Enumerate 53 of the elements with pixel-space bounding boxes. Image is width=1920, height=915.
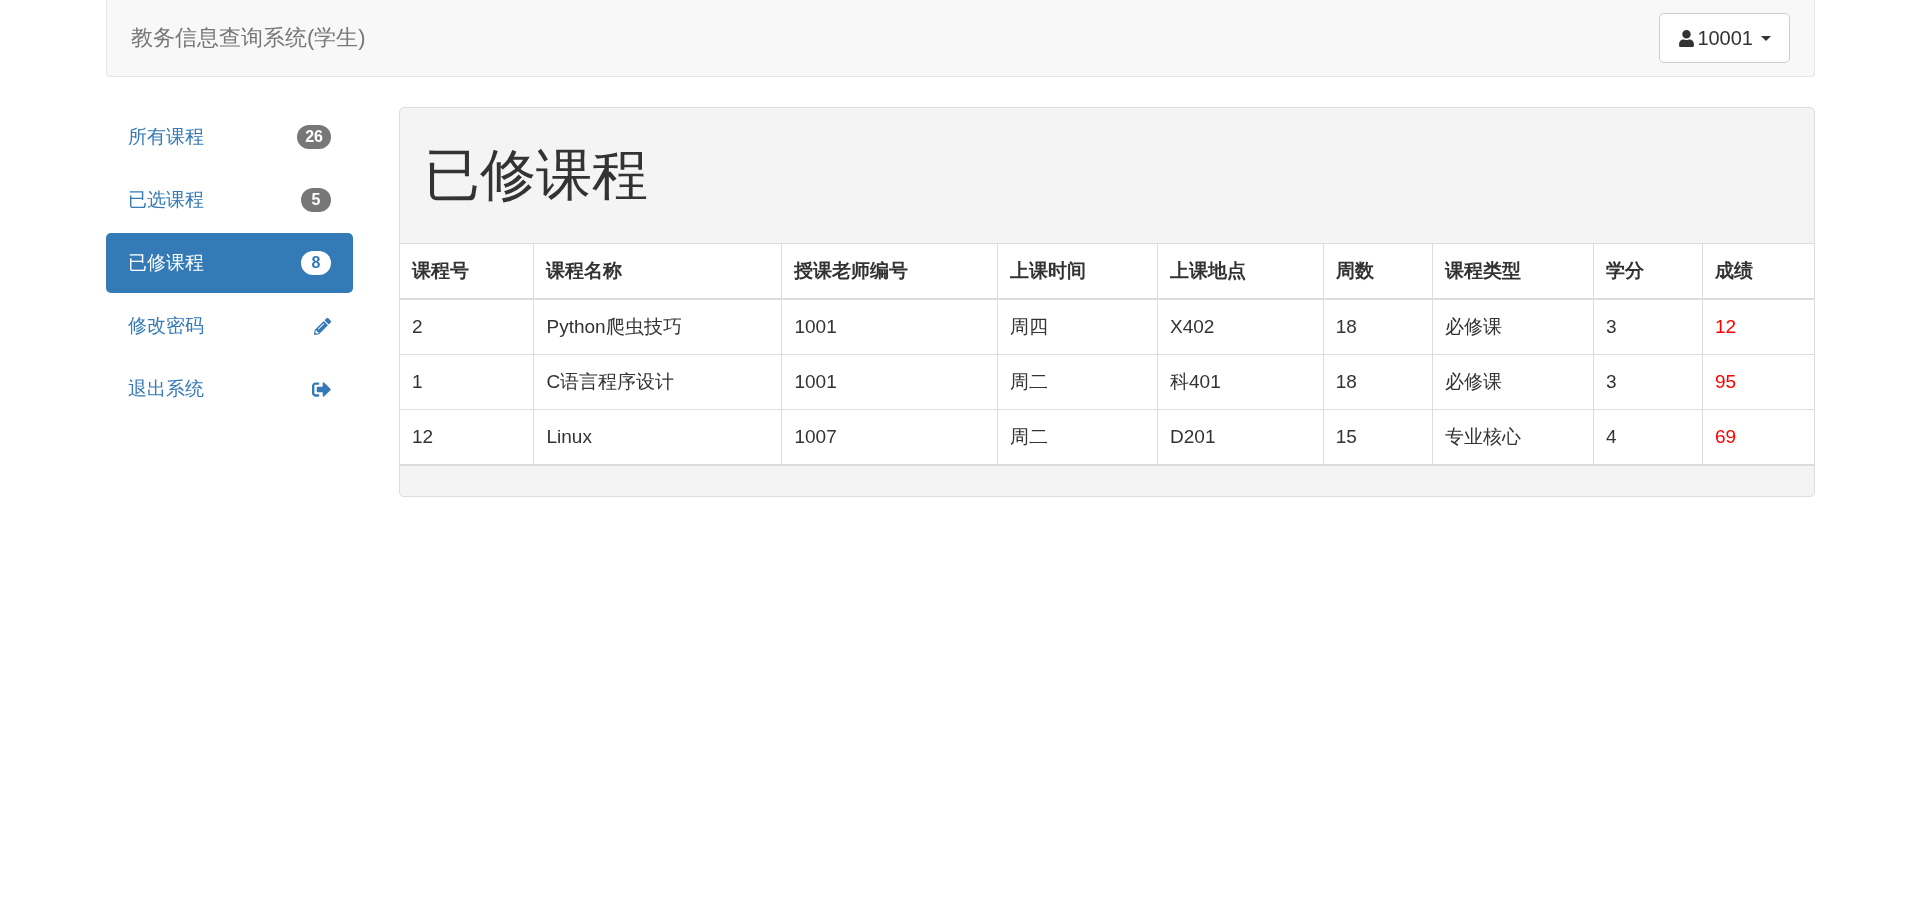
table-cell: 周二 [997, 409, 1158, 465]
table-cell: 科401 [1157, 354, 1324, 410]
table-cell: 1001 [782, 299, 998, 355]
caret-icon [1761, 35, 1771, 41]
sidebar-item[interactable]: 修改密码 [106, 296, 353, 356]
sidebar-label: 所有课程 [128, 125, 204, 149]
table-cell: Linux [533, 409, 782, 465]
table-cell: 必修课 [1432, 354, 1594, 410]
sidebar-label: 已选课程 [128, 188, 204, 212]
sidebar-item[interactable]: 已修课程 8 [106, 233, 353, 293]
column-header: 成绩 [1702, 243, 1814, 299]
table-cell: 4 [1593, 409, 1703, 465]
user-icon [1678, 29, 1696, 47]
column-header: 课程号 [400, 243, 534, 299]
sidebar-item[interactable]: 退出系统 [106, 359, 353, 419]
count-badge: 26 [297, 125, 331, 149]
sidebar-item[interactable]: 已选课程 5 [106, 170, 353, 230]
pencil-icon [314, 317, 331, 335]
logout-icon [312, 379, 331, 399]
table-cell: 18 [1323, 354, 1433, 410]
count-badge: 8 [301, 251, 331, 275]
table-cell: 18 [1323, 299, 1433, 355]
table-cell: 必修课 [1432, 299, 1594, 355]
table-cell: 周四 [997, 299, 1158, 355]
table-cell: 1007 [782, 409, 998, 465]
column-header: 上课时间 [997, 243, 1158, 299]
table-cell: 3 [1593, 354, 1703, 410]
table-cell: C语言程序设计 [533, 354, 782, 410]
table-cell: 1 [400, 354, 534, 410]
sidebar-label: 修改密码 [128, 314, 204, 338]
column-header: 课程类型 [1432, 243, 1594, 299]
table-cell: D201 [1157, 409, 1324, 465]
sidebar-item[interactable]: 所有课程 26 [106, 107, 353, 167]
column-header: 学分 [1593, 243, 1703, 299]
table-cell: 12 [400, 409, 534, 465]
sidebar-label: 退出系统 [128, 377, 204, 401]
column-header: 授课老师编号 [782, 243, 998, 299]
column-header: 上课地点 [1157, 243, 1324, 299]
table-cell: Python爬虫技巧 [533, 299, 782, 355]
count-badge: 5 [301, 188, 331, 212]
table-cell: 1001 [782, 354, 998, 410]
table-cell: 2 [400, 299, 534, 355]
user-menu-button[interactable]: 10001 [1659, 13, 1790, 63]
panel-title: 已修课程 [423, 141, 649, 208]
column-header: 周数 [1323, 243, 1433, 299]
column-header: 课程名称 [533, 243, 782, 299]
sidebar-label: 已修课程 [128, 251, 204, 275]
table-cell: X402 [1157, 299, 1324, 355]
table-cell: 周二 [997, 354, 1158, 410]
table-cell: 3 [1593, 299, 1703, 355]
app-title: 教务信息查询系统(学生) [131, 24, 366, 52]
table-cell: 专业核心 [1432, 409, 1594, 465]
table-cell: 15 [1323, 409, 1433, 465]
